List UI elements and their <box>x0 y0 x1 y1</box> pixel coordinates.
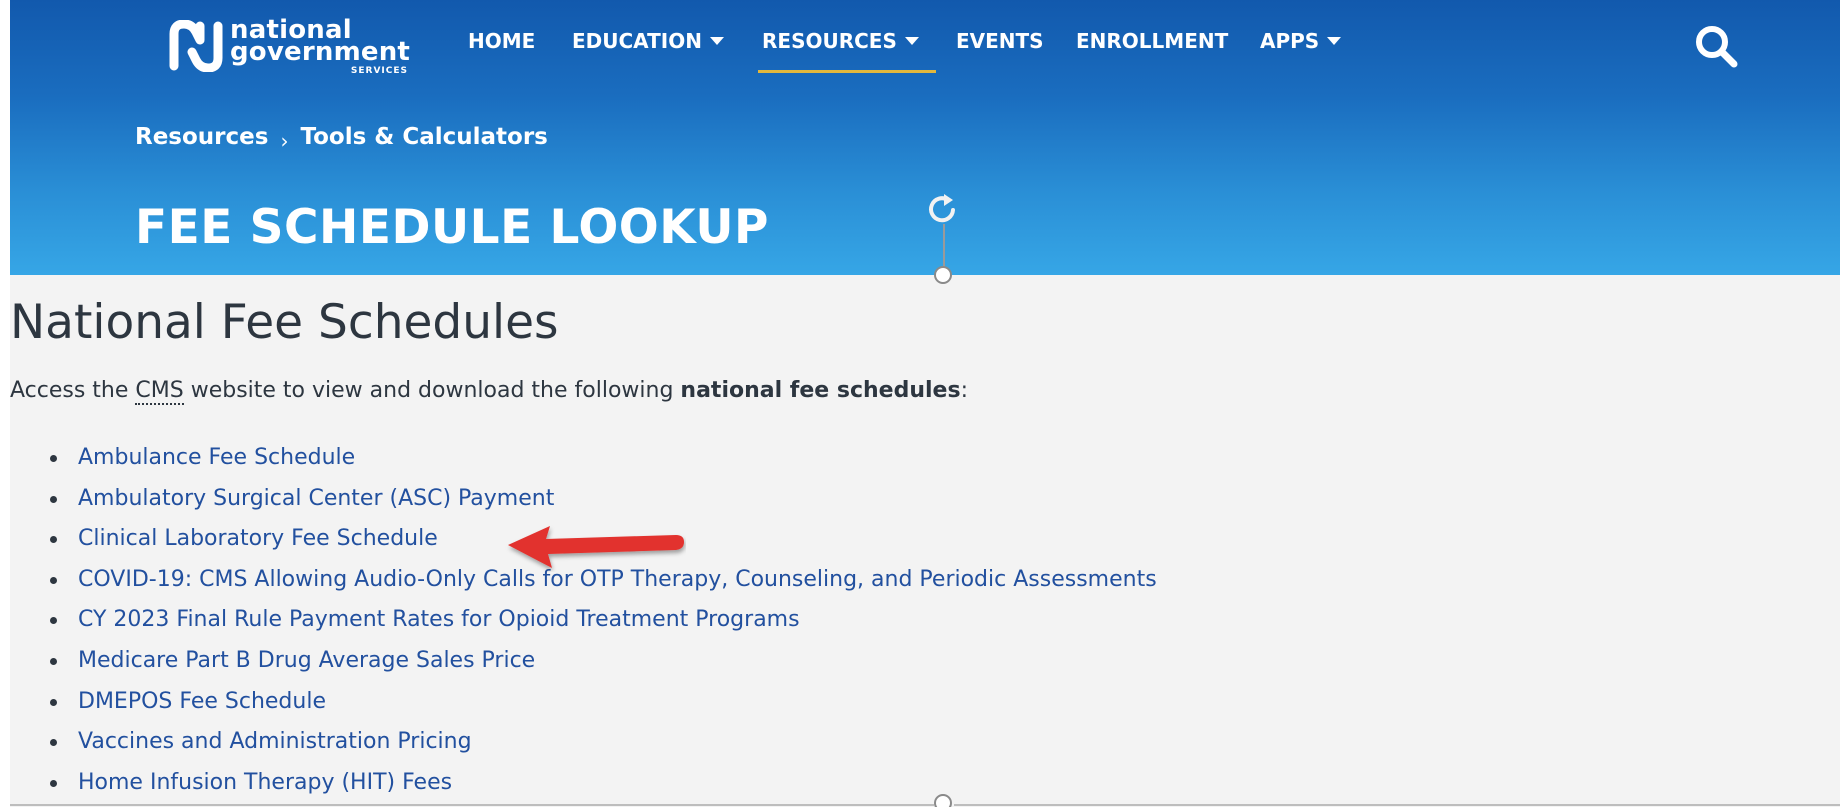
bullet <box>50 779 57 787</box>
selection-handle-top[interactable] <box>934 266 952 284</box>
annotation-arrow-icon <box>508 526 684 568</box>
logo-line-government: government <box>230 37 411 67</box>
bullet <box>50 576 57 584</box>
intro-text: Access the CMS website to view and downl… <box>10 378 968 405</box>
link-home-infusion-therapy-fees[interactable]: Home Infusion Therapy (HIT) Fees <box>78 766 452 800</box>
nav-resources-label: RESOURCES <box>762 29 897 53</box>
link-cy-2023-final-rule[interactable]: CY 2023 Final Rule Payment Rates for Opi… <box>78 603 800 637</box>
bullet <box>50 698 57 706</box>
bullet <box>50 617 57 625</box>
bullet <box>50 536 57 544</box>
intro-suffix: : <box>960 378 968 403</box>
nav-events[interactable]: EVENTS <box>956 26 1044 56</box>
cms-abbreviation[interactable]: CMS <box>135 378 184 405</box>
breadcrumb: Resources › Tools & Calculators <box>135 124 548 153</box>
chevron-down-icon <box>904 36 919 45</box>
selection-frame-bottom-right <box>954 804 1840 806</box>
logo-wordmark: national government SERVICES <box>230 17 411 76</box>
nav-apps-label: APPS <box>1260 29 1320 53</box>
nav-enrollment-label: ENROLLMENT <box>1076 29 1229 53</box>
breadcrumb-tools-calculators[interactable]: Tools & Calculators <box>300 124 547 150</box>
nav-home-label: HOME <box>468 29 536 53</box>
intro-prefix: Access the <box>10 378 136 403</box>
page-title: FEE SCHEDULE LOOKUP <box>135 200 769 255</box>
link-ambulance-fee-schedule[interactable]: Ambulance Fee Schedule <box>78 441 355 475</box>
nav-resources[interactable]: RESOURCES <box>762 26 919 56</box>
site-logo[interactable]: national government SERVICES <box>168 16 448 82</box>
link-dmepos-fee-schedule[interactable]: DMEPOS Fee Schedule <box>78 685 326 719</box>
link-part-b-drug-asp[interactable]: Medicare Part B Drug Average Sales Price <box>78 644 535 678</box>
chevron-down-icon <box>709 36 724 45</box>
link-clinical-laboratory-fee-schedule[interactable]: Clinical Laboratory Fee Schedule <box>78 522 438 556</box>
ngs-logo-icon <box>169 20 223 72</box>
nav-education[interactable]: EDUCATION <box>572 26 724 56</box>
bullet <box>50 495 57 503</box>
intro-middle: website to view and download the followi… <box>183 378 681 403</box>
selection-frame-bottom-left <box>10 804 934 806</box>
nav-active-indicator <box>758 70 936 73</box>
section-heading: National Fee Schedules <box>10 295 559 350</box>
nav-education-label: EDUCATION <box>572 29 702 53</box>
chevron-down-icon <box>1327 36 1342 45</box>
breadcrumb-resources[interactable]: Resources <box>135 124 268 150</box>
search-icon[interactable] <box>1692 22 1742 72</box>
breadcrumb-separator: › <box>280 129 289 153</box>
intro-bold: national fee schedules <box>680 378 961 403</box>
nav-apps[interactable]: APPS <box>1260 26 1342 56</box>
nav-home[interactable]: HOME <box>468 26 535 56</box>
link-asc-payment[interactable]: Ambulatory Surgical Center (ASC) Payment <box>78 482 554 516</box>
bullet <box>50 455 57 462</box>
logo-line-services: SERVICES <box>350 66 408 76</box>
nav-events-label: EVENTS <box>956 29 1044 53</box>
page-header: national government SERVICES HOME EDUCAT… <box>10 0 1840 275</box>
page-frame: national government SERVICES HOME EDUCAT… <box>10 0 1840 807</box>
nav-enrollment[interactable]: ENROLLMENT <box>1076 26 1228 56</box>
bullet <box>50 739 57 747</box>
link-vaccines-administration-pricing[interactable]: Vaccines and Administration Pricing <box>78 725 472 759</box>
selection-handle-bottom[interactable] <box>934 794 952 807</box>
bullet <box>50 657 57 665</box>
